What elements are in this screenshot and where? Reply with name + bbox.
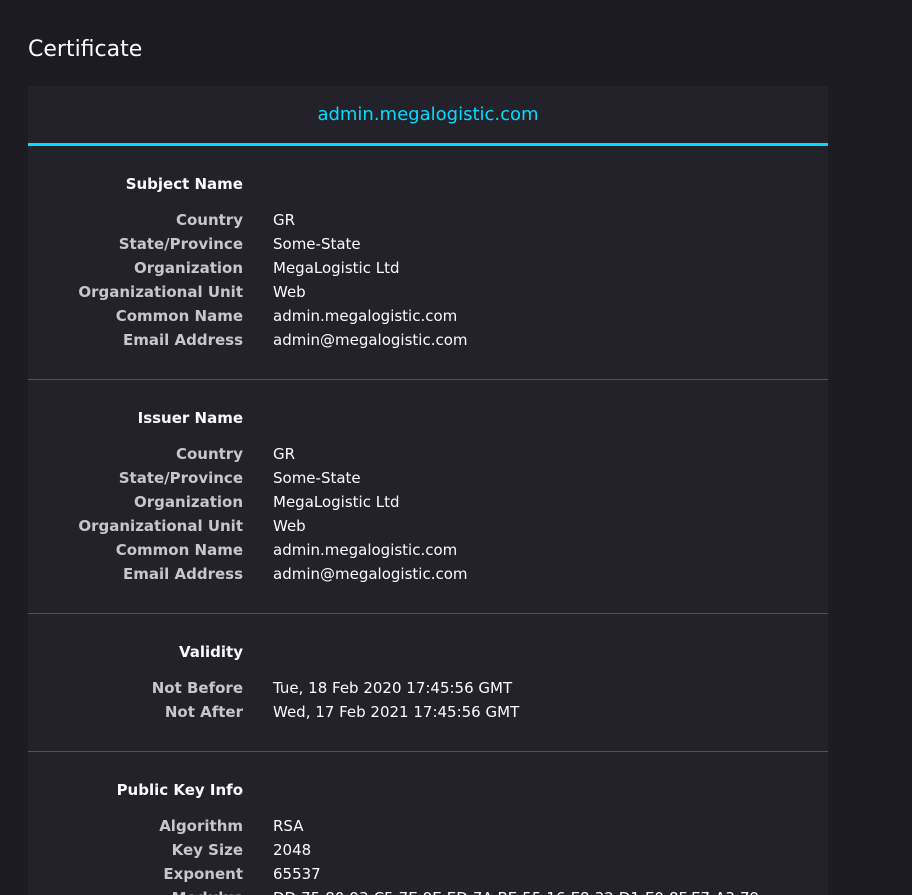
section-validity: Validity Not Before Tue, 18 Feb 2020 17:… xyxy=(28,614,828,752)
field-value: Some-State xyxy=(273,235,361,253)
field-value: Wed, 17 Feb 2021 17:45:56 GMT xyxy=(273,703,520,721)
page-title: Certificate xyxy=(28,37,143,62)
field-key: Email Address xyxy=(122,331,243,349)
certificate-page: Certificate admin.megalogistic.com Subje… xyxy=(0,0,912,895)
public-key-info-heading: Public Key Info xyxy=(116,781,243,799)
section-heading: Issuer Name xyxy=(28,406,828,430)
subject-name-heading: Subject Name xyxy=(125,175,243,193)
field-row: Organization MegaLogistic Ltd xyxy=(28,256,828,280)
field-row: Key Size 2048 xyxy=(28,838,828,862)
certificate-card: admin.megalogistic.com Subject Name Coun… xyxy=(28,86,828,895)
section-public-key-info: Public Key Info Algorithm RSA Key Size 2… xyxy=(28,752,828,895)
field-value: MegaLogistic Ltd xyxy=(273,493,400,511)
field-value: GR xyxy=(273,445,296,463)
field-row: Organizational Unit Web xyxy=(28,514,828,538)
section-heading: Subject Name xyxy=(28,172,828,196)
field-value: GR xyxy=(273,211,296,229)
field-key: Key Size xyxy=(171,841,243,859)
field-row: Organizational Unit Web xyxy=(28,280,828,304)
field-value: RSA xyxy=(273,817,304,835)
validity-heading: Validity xyxy=(178,643,243,661)
field-row: Country GR xyxy=(28,208,828,232)
field-value: admin.megalogistic.com xyxy=(273,307,458,325)
field-key: Organizational Unit xyxy=(78,517,243,535)
field-key: Common Name xyxy=(115,541,243,559)
field-key: Exponent xyxy=(163,865,243,883)
section-heading: Public Key Info xyxy=(28,778,828,802)
field-value: 2048 xyxy=(273,841,312,859)
field-key: State/Province xyxy=(118,469,243,487)
tab-admin-megalogistic[interactable]: admin.megalogistic.com xyxy=(317,103,538,127)
field-value: Web xyxy=(273,283,306,301)
field-row: Exponent 65537 xyxy=(28,862,828,886)
field-row: Not Before Tue, 18 Feb 2020 17:45:56 GMT xyxy=(28,676,828,700)
field-value: DD:75:80:93:C5:7E:9E:ED:7A:BE:55:16:E8:3… xyxy=(243,886,788,895)
field-key: Algorithm xyxy=(159,817,243,835)
section-issuer-name: Issuer Name Country GR State/Province So… xyxy=(28,380,828,614)
field-value: admin@megalogistic.com xyxy=(273,331,468,349)
tab-bar: admin.megalogistic.com xyxy=(28,86,828,146)
field-key: Country xyxy=(175,211,243,229)
field-value: MegaLogistic Ltd xyxy=(273,259,400,277)
field-key: Modulus xyxy=(28,886,243,895)
field-key: Organizational Unit xyxy=(78,283,243,301)
field-key: Common Name xyxy=(115,307,243,325)
field-key: Email Address xyxy=(122,565,243,583)
field-key: Country xyxy=(175,445,243,463)
field-row: Email Address admin@megalogistic.com xyxy=(28,328,828,352)
field-key: Not Before xyxy=(151,679,243,697)
section-subject-name: Subject Name Country GR State/Province S… xyxy=(28,146,828,380)
field-value: Tue, 18 Feb 2020 17:45:56 GMT xyxy=(273,679,513,697)
field-value: Some-State xyxy=(273,469,361,487)
field-key: Not After xyxy=(164,703,243,721)
section-heading: Validity xyxy=(28,640,828,664)
field-row: State/Province Some-State xyxy=(28,466,828,490)
field-row: State/Province Some-State xyxy=(28,232,828,256)
field-row: Common Name admin.megalogistic.com xyxy=(28,538,828,562)
field-row: Country GR xyxy=(28,442,828,466)
field-row: Common Name admin.megalogistic.com xyxy=(28,304,828,328)
field-key: Organization xyxy=(134,259,243,277)
field-row: Email Address admin@megalogistic.com xyxy=(28,562,828,586)
field-row: Organization MegaLogistic Ltd xyxy=(28,490,828,514)
field-value: 65537 xyxy=(273,865,321,883)
field-value: admin@megalogistic.com xyxy=(273,565,468,583)
issuer-name-heading: Issuer Name xyxy=(137,409,243,427)
field-row: Not After Wed, 17 Feb 2021 17:45:56 GMT xyxy=(28,700,828,724)
field-row: Algorithm RSA xyxy=(28,814,828,838)
field-key: State/Province xyxy=(118,235,243,253)
field-value: admin.megalogistic.com xyxy=(273,541,458,559)
field-row: Modulus DD:75:80:93:C5:7E:9E:ED:7A:BE:55… xyxy=(28,886,828,895)
field-key: Organization xyxy=(134,493,243,511)
field-value: Web xyxy=(273,517,306,535)
